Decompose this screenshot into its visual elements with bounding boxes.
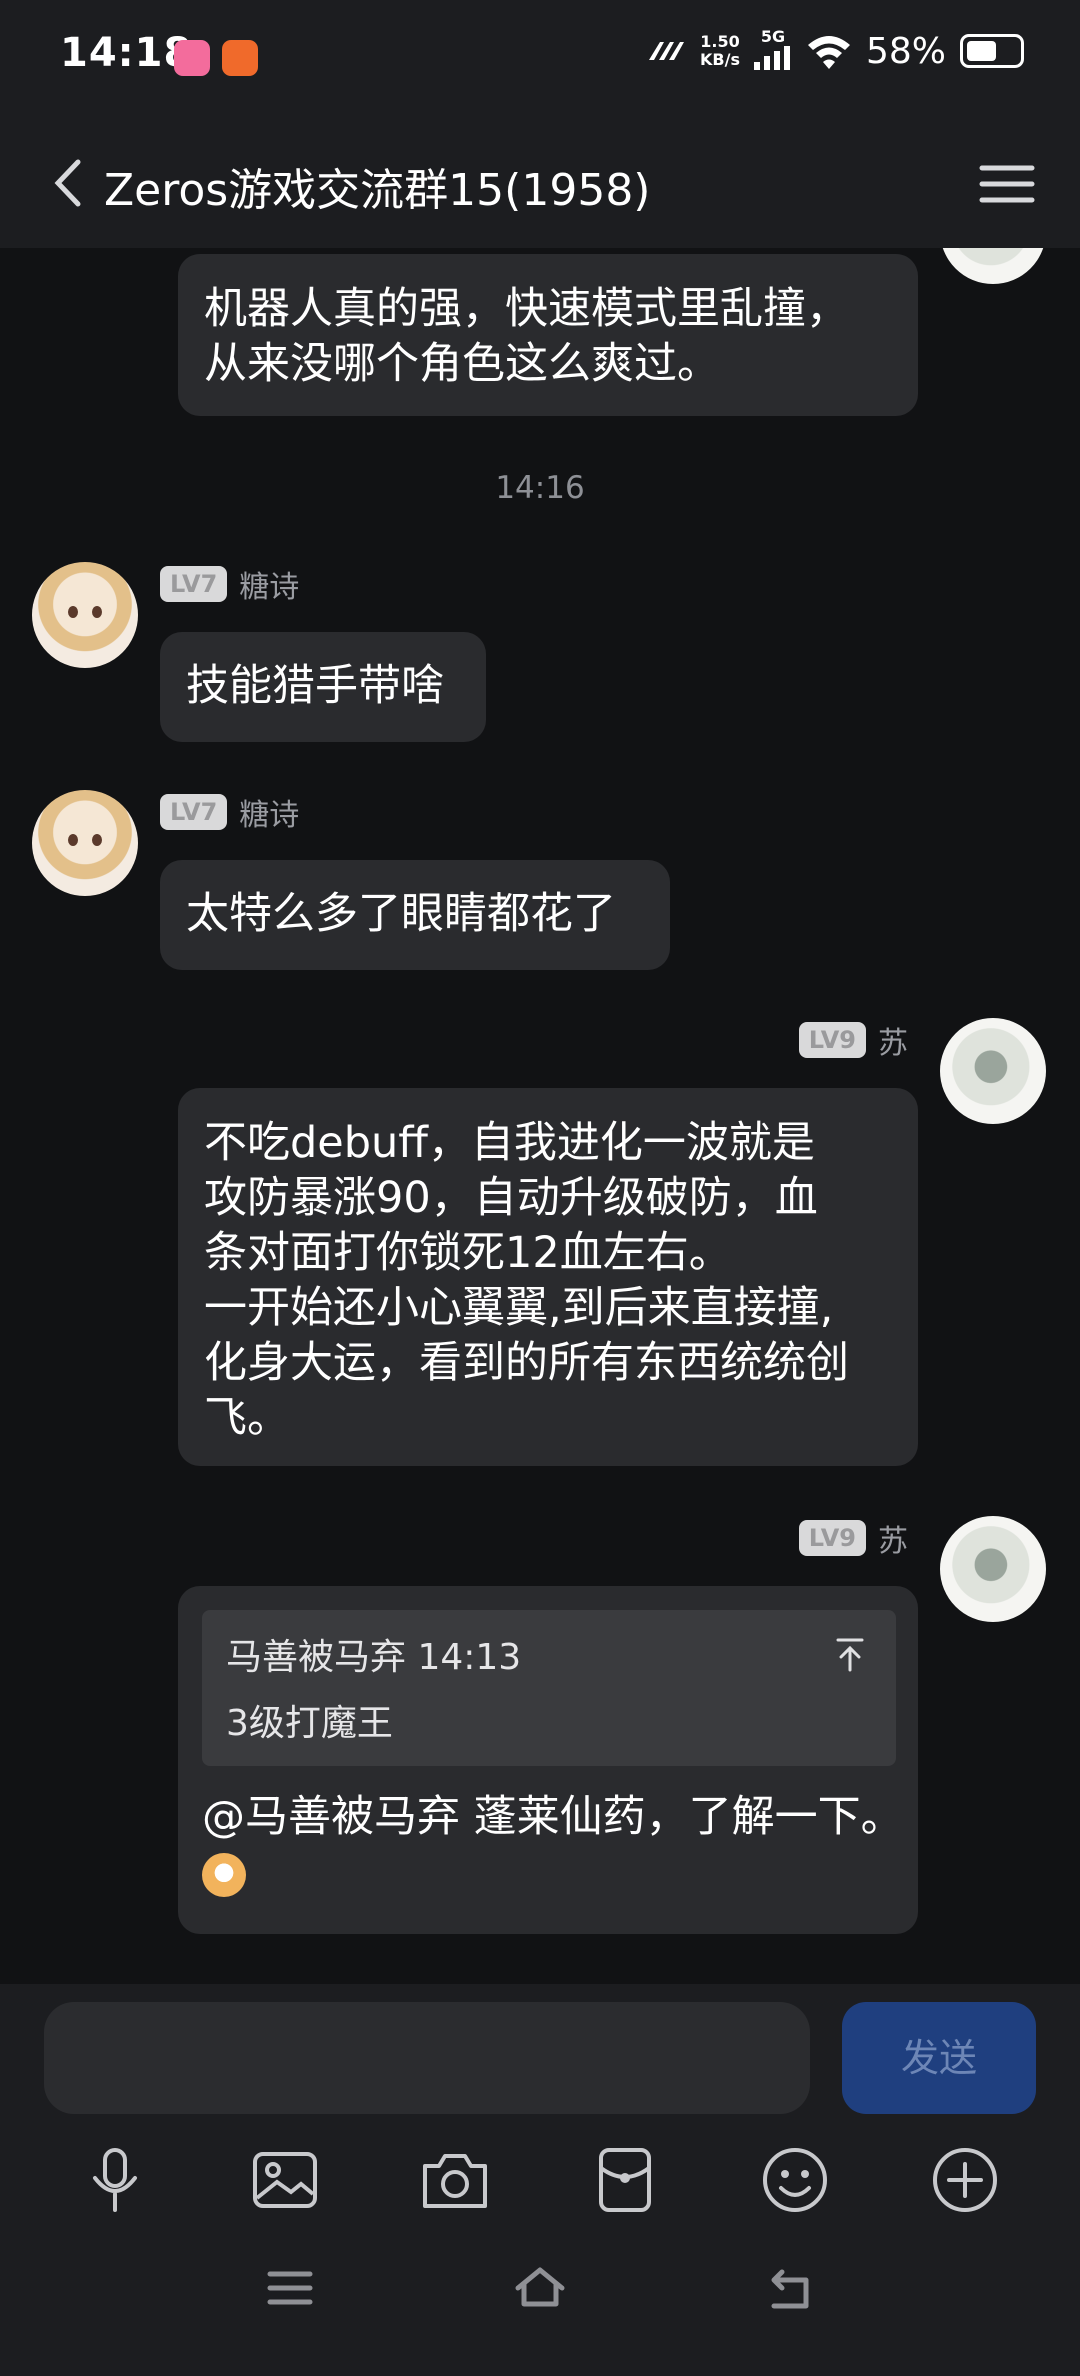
input-toolbar [0,2142,1080,2218]
back-nav-icon[interactable] [760,2258,820,2318]
system-navigation-bar [0,2258,1080,2318]
chat-message-list[interactable]: 机器人真的强，快速模式里乱撞， 从来没哪个角色这么爽过。 14:16 LV7 糖… [0,248,1080,1984]
chat-header: Zeros游戏交流群15(1958) [0,120,1080,248]
battery-percent: 58% [865,30,946,72]
level-badge: LV7 [160,566,228,602]
chevron-left-icon[interactable] [38,148,108,218]
notification-app-icon [222,40,258,76]
quoted-text: 3级打魔王 [226,1703,393,1744]
input-area: 发送 [0,1984,1080,2376]
network-speed: 1.50 KB/s [700,32,740,69]
avatar[interactable] [940,248,1046,284]
sender-name[interactable]: 苏 [878,1018,908,1062]
plus-icon[interactable] [927,2142,1003,2218]
message-text: @马善被马弃 蓬莱仙药，了解一下。 [202,1792,904,1842]
avatar[interactable] [940,1516,1046,1622]
doge-emoji-icon [202,1852,246,1897]
quoted-sender-time: 马善被马弃 14:13 [226,1637,522,1678]
signal-indicator: 5G [753,28,792,74]
message-input[interactable] [44,2002,810,2114]
message-bubble[interactable]: 机器人真的强，快速模式里乱撞， 从来没哪个角色这么爽过。 [178,254,918,416]
avatar[interactable] [940,1018,1046,1124]
message-text: 不吃debuff，自我进化一波就是 攻防暴涨90，自动升级破防，血 条对面打你锁… [204,1118,849,1443]
nfc-icon [649,42,685,60]
jump-to-quote-icon[interactable] [830,1634,870,1674]
message-text: 太特么多了眼睛都花了 [186,889,616,939]
message-bubble[interactable]: 马善被马弃 14:13 3级打魔王 @马善被马弃 蓬莱仙药，了解一下。 [178,1586,918,1934]
message-bubble[interactable]: 太特么多了眼睛都花了 [160,860,670,970]
message-timestamp: 14:16 [495,470,585,506]
status-bar: 14:18 1.50 KB/s 5G 58% [0,0,1080,120]
level-badge: LV9 [798,1520,866,1556]
group-title: Zeros游戏交流群15(1958) [104,165,651,216]
sender-name[interactable]: 糖诗 [239,562,299,606]
sender-name[interactable]: 苏 [878,1516,908,1560]
sender-name[interactable]: 糖诗 [239,790,299,834]
bilibili-app-icon [174,40,210,76]
level-badge: LV9 [798,1022,866,1058]
send-button[interactable]: 发送 [842,2002,1036,2114]
quoted-message[interactable]: 马善被马弃 14:13 3级打魔王 [202,1610,896,1766]
level-badge: LV7 [160,794,228,830]
emoji-icon[interactable] [757,2142,833,2218]
battery-icon [960,34,1024,68]
hamburger-menu-icon[interactable] [972,154,1042,214]
avatar[interactable] [32,562,138,668]
home-nav-icon[interactable] [510,2258,570,2318]
message-bubble[interactable]: 技能猎手带啥 [160,632,486,742]
status-time: 14:18 [60,30,193,76]
avatar[interactable] [32,790,138,896]
wifi-icon [807,36,850,69]
microphone-icon[interactable] [77,2142,153,2218]
message-text: 技能猎手带啥 [186,661,444,711]
message-text: 机器人真的强，快速模式里乱撞， 从来没哪个角色这么爽过。 [204,284,849,389]
status-indicators: 1.50 KB/s 5G 58% [646,28,1024,74]
sender-info: LV9 苏 [798,1516,908,1560]
sender-info: LV7 糖诗 [160,790,299,834]
red-packet-icon[interactable] [587,2142,663,2218]
sender-info: LV9 苏 [798,1018,908,1062]
camera-icon[interactable] [417,2142,493,2218]
signal-icon [753,46,790,70]
message-bubble[interactable]: 不吃debuff，自我进化一波就是 攻防暴涨90，自动升级破防，血 条对面打你锁… [178,1088,918,1466]
image-icon[interactable] [247,2142,323,2218]
menu-nav-icon[interactable] [260,2258,320,2318]
sender-info: LV7 糖诗 [160,562,299,606]
